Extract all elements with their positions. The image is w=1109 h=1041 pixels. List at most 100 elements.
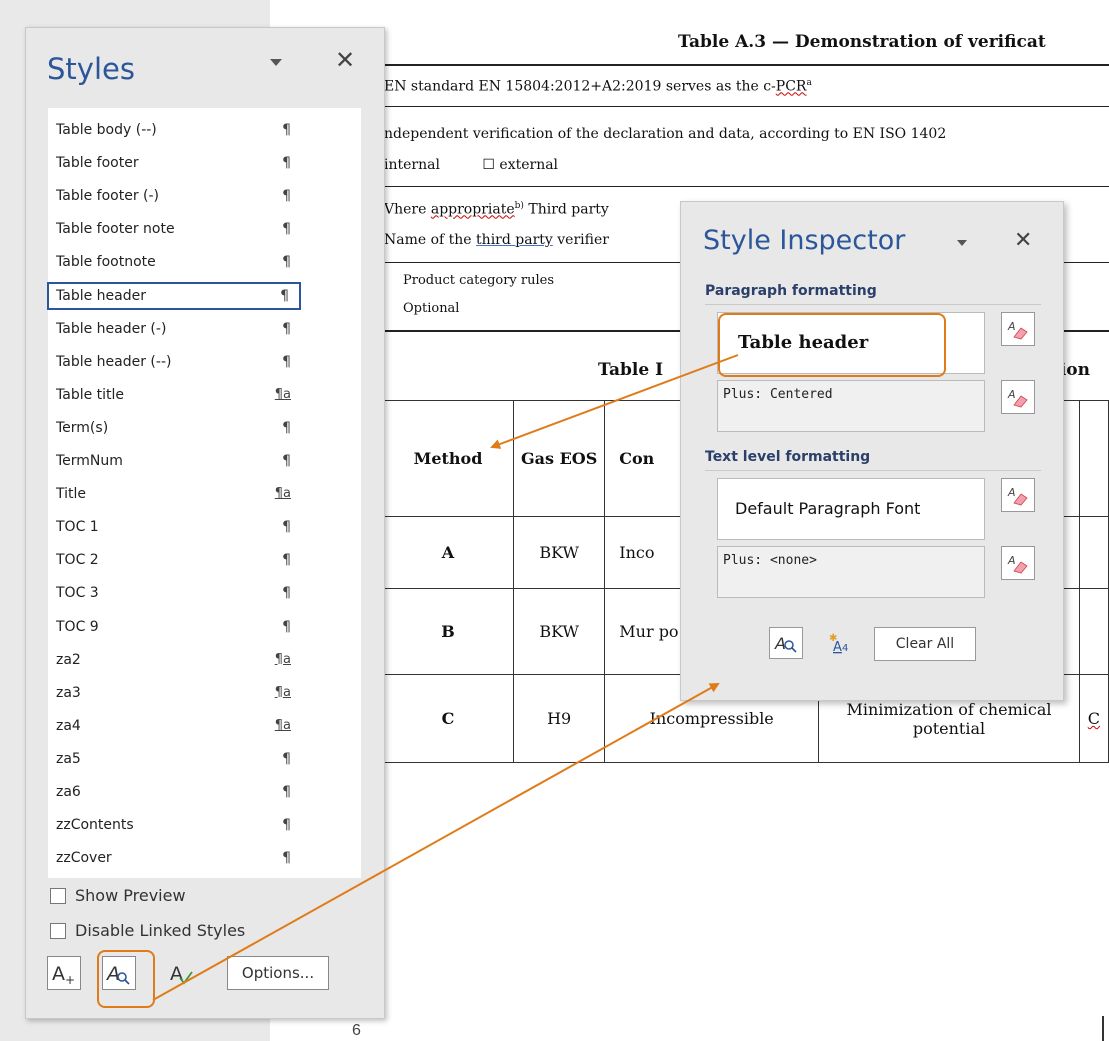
style-list-item[interactable]: TermNum ¶ [48,447,301,475]
style-list-item[interactable]: za5 ¶ [48,745,301,773]
checkbox-icon[interactable] [50,922,66,939]
text-style-box[interactable]: Default Paragraph Font [717,478,985,540]
style-item-label: Table header (-) [56,320,167,337]
paragraph-style-icon: ¶ [282,618,291,635]
reveal-formatting-button[interactable]: A [769,627,803,659]
paragraph-style-icon: ¶ [282,817,291,834]
paragraph-style-icon: ¶ [282,453,291,469]
style-item-label: za2 [56,651,81,668]
clear-text-formatting-button[interactable]: A [1001,546,1035,580]
table-cell: C [1078,674,1109,763]
eraser-icon: A [1007,554,1028,574]
header-cell: Method [381,400,515,517]
paragraph-style-icon: ¶ [282,122,291,138]
svg-text:A: A [1007,486,1016,499]
doc-text-appropriate: appropriate [430,201,515,218]
style-list-item[interactable]: Table header (--) ¶ [48,348,301,376]
style-list-item[interactable]: zzContents ¶ [48,811,301,839]
clear-paragraph-formatting-button[interactable]: A [1001,380,1035,414]
doc-line-optional: Optional [403,301,460,316]
style-item-label: za3 [56,684,81,701]
table-cell: A [381,516,515,589]
style-list-item[interactable]: Table header (-) ¶ [48,315,301,343]
style-list-item[interactable]: Table header ¶ [47,281,301,310]
clear-text-style-button[interactable]: A [1001,478,1035,512]
style-item-label: Table footer (-) [56,188,159,205]
new-style-from-selection-button[interactable]: ✱ A 4 [822,627,856,659]
text-plus-box[interactable]: Plus: <none> [717,546,985,598]
show-preview-label: Show Preview [75,886,186,905]
doc-line-verification: ndependent verification of the declarati… [384,126,947,142]
new-style-sparkle-icon: ✱ A 4 [829,633,848,655]
style-list-item[interactable]: Table footer note ¶ [48,215,301,243]
style-list-item[interactable]: TOC 2 ¶ [48,546,301,574]
style-list-item[interactable]: Table footnote ¶ [48,248,301,276]
linked-style-icon: ¶a [274,386,291,402]
style-list-item[interactable]: za2 ¶a [48,646,301,674]
style-item-label: Table body (--) [56,122,157,138]
text-style-name: Default Paragraph Font [735,499,921,518]
doc-line-pcr: Product category rules [403,273,555,288]
style-list-item[interactable]: TOC 3 ¶ [48,579,301,607]
pane-options-chevron-icon[interactable] [957,240,967,246]
style-list-item[interactable]: Table footer ¶ [48,149,301,177]
style-list-item[interactable]: Table title ¶a [48,381,301,409]
clear-paragraph-style-button[interactable]: A [1001,312,1035,346]
style-list-item[interactable]: za6 ¶ [48,778,301,806]
style-item-label: Table footer [56,155,139,172]
linked-style-icon: ¶a [274,486,291,502]
disable-linked-styles-checkbox[interactable]: Disable Linked Styles [50,921,245,940]
style-list-item[interactable]: Title ¶a [48,480,301,508]
styles-list[interactable]: Table body (--) ¶ Table footer ¶ Table foote… [47,108,361,878]
style-list-item[interactable]: za3 ¶a [48,679,301,707]
close-icon[interactable]: ✕ [335,46,355,74]
style-item-label: Table footnote [56,254,156,271]
style-list-item[interactable]: za4 ¶a [48,712,301,740]
doc-text: Vhere [384,201,431,218]
linked-style-icon: ¶a [274,717,291,733]
paragraph-style-icon: ¶ [282,188,291,205]
options-button[interactable]: Options... [227,956,329,990]
style-list-item[interactable]: zzCover ¶ [48,844,301,872]
svg-text:A: A [833,640,842,655]
style-item-label: Table title [56,386,125,403]
clear-all-button[interactable]: Clear All [874,627,976,661]
table-cell: B [381,588,515,675]
page-number: 6 [352,1022,361,1039]
paragraph-style-icon: ¶ [282,784,291,800]
svg-text:A: A [1007,554,1016,567]
paragraph-style-icon: ¶ [282,552,291,569]
svg-text:+: + [65,973,75,986]
table-cell: H9 [513,674,606,763]
linked-style-icon: ¶a [274,651,291,667]
footnote-mark: a [806,78,812,88]
new-style-icon: A + [52,963,75,986]
styles-pane-title: Styles [47,52,135,86]
paragraph-style-box[interactable]: Table header [717,312,985,374]
eraser-icon: A [1007,388,1028,408]
table2-title: Table I [598,360,664,380]
disable-linked-styles-label: Disable Linked Styles [75,921,246,940]
checkbox-icon[interactable] [50,887,66,904]
pane-options-chevron-icon[interactable] [270,59,282,66]
text-cursor [1102,1016,1104,1041]
style-item-label: TOC 2 [56,552,99,569]
svg-text:A: A [170,963,183,985]
style-list-item[interactable]: TOC 1 ¶ [48,513,301,541]
styles-pane: Styles ✕ Table body (--) ¶ Table footer ¶ Ta… [25,27,385,1019]
paragraph-plus-box[interactable]: Plus: Centered [717,380,985,432]
style-list-item[interactable]: Table body (--) ¶ [48,116,301,144]
style-list-item[interactable]: TOC 9 ¶ [48,613,301,641]
new-style-button[interactable]: A + [47,956,81,990]
show-preview-checkbox[interactable]: Show Preview [50,886,186,905]
table-rule [382,64,1109,66]
style-inspector-button[interactable]: A [102,956,136,990]
style-list-item[interactable]: Table footer (-) ¶ [48,182,301,210]
svg-text:4: 4 [842,643,848,654]
close-icon[interactable]: ✕ [1014,228,1032,253]
manage-styles-button[interactable]: A [165,956,199,990]
style-item-label: TermNum [56,453,123,469]
style-list-item[interactable]: Term(s) ¶ [48,414,301,442]
doc-text: Name of the [384,232,477,248]
eraser-icon: A [1007,486,1028,506]
